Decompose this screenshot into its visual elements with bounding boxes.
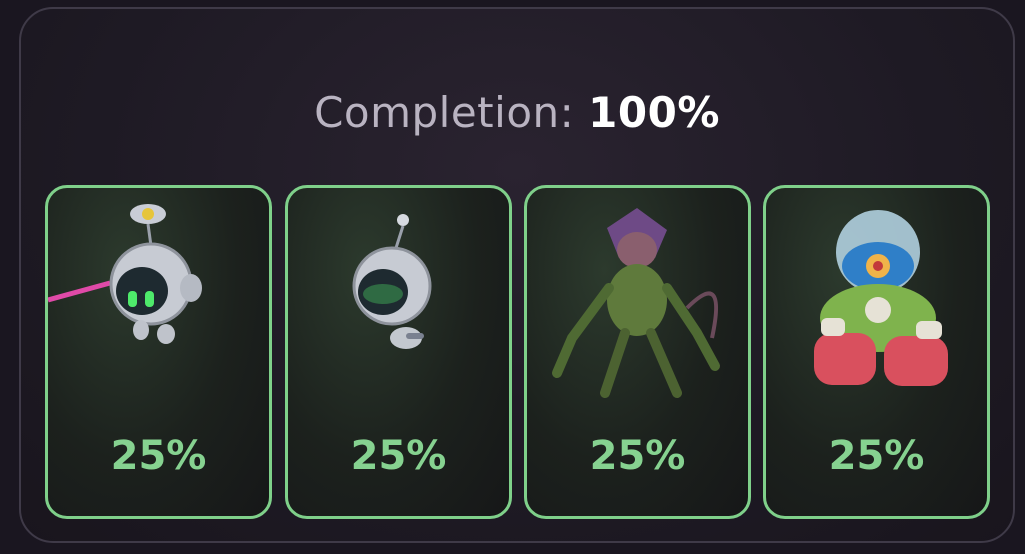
card-robot-small[interactable]: 25% bbox=[285, 185, 512, 519]
card-percent: 25% bbox=[828, 433, 925, 479]
card-mutant-creature[interactable]: 25% bbox=[524, 185, 751, 519]
card-percent: 25% bbox=[589, 433, 686, 479]
completion-label: Completion: bbox=[314, 88, 575, 137]
armored-bot-image bbox=[814, 210, 948, 386]
robot-laser-image bbox=[48, 204, 202, 344]
card-robot-laser[interactable]: 25% bbox=[45, 185, 272, 519]
mutant-creature-image bbox=[552, 208, 720, 398]
card-percent: 25% bbox=[110, 433, 207, 479]
card-armored-bot[interactable]: 25% bbox=[763, 185, 990, 519]
robot-small-image bbox=[352, 214, 432, 349]
card-percent: 25% bbox=[350, 433, 447, 479]
completion-title: Completion: 100% bbox=[21, 87, 1013, 139]
completion-value: 100% bbox=[588, 88, 720, 137]
